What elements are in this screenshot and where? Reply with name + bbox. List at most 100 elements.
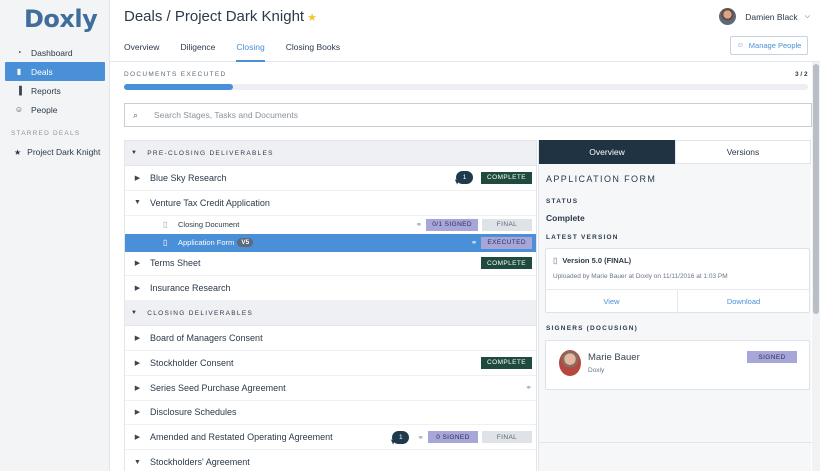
- row-status: 1 COMPLETE: [456, 166, 532, 190]
- link-icon[interactable]: ⚭: [471, 238, 478, 247]
- task-row[interactable]: ▶ Stockholder Consent COMPLETE: [125, 351, 536, 376]
- sidebar-item-people[interactable]: ☺ People: [5, 100, 105, 119]
- task-row[interactable]: ▼ Venture Tax Credit Application: [125, 191, 536, 216]
- manage-people-label: Manage People: [748, 41, 802, 50]
- scrollbar[interactable]: [812, 62, 820, 471]
- document-row[interactable]: ▯ Closing Document ⚭ 0/1 SIGNED FINAL: [125, 216, 536, 234]
- caret-right-icon[interactable]: ▶: [125, 284, 150, 292]
- version-meta: Uploaded by Marie Bauer at Doxly on 11/1…: [553, 273, 728, 280]
- caret-right-icon[interactable]: ▶: [125, 408, 150, 416]
- document-icon: ▯: [163, 220, 168, 230]
- star-icon: ★: [14, 147, 22, 157]
- sidebar-item-dashboard[interactable]: ◔ Dashboard: [5, 43, 105, 62]
- sidebar-item-label: Dashboard: [31, 47, 73, 58]
- sidebar-item-label: Reports: [31, 85, 61, 96]
- caret-right-icon[interactable]: ▶: [125, 384, 150, 392]
- row-status: COMPLETE: [477, 351, 532, 375]
- tab-versions[interactable]: Versions: [675, 140, 811, 164]
- row-status: ⚭ EXECUTED: [467, 234, 532, 252]
- scrollbar-thumb[interactable]: [813, 64, 819, 314]
- closing-checklist: ▼ PRE-CLOSING DELIVERABLES ▶ Blue Sky Resea…: [124, 140, 537, 471]
- task-row[interactable]: ▶ Board of Managers Consent: [125, 326, 536, 351]
- document-icon: ▮: [16, 67, 22, 76]
- search-input[interactable]: [154, 110, 754, 120]
- tab-overview[interactable]: Overview: [124, 42, 159, 62]
- task-name: Amended and Restated Operating Agreement: [150, 432, 333, 443]
- caret-right-icon[interactable]: ▶: [125, 174, 150, 182]
- comment-count-badge[interactable]: 1: [392, 430, 410, 444]
- doxly-logo[interactable]: Doxly: [24, 5, 98, 33]
- document-row[interactable]: ▯ Application Form V5 ⚭ EXECUTED: [125, 233, 536, 252]
- documents-executed-label: DOCUMENTS EXECUTED: [124, 71, 227, 78]
- status-badge: 0 SIGNED: [428, 431, 478, 444]
- task-row[interactable]: ▶ Disclosure Schedules: [125, 401, 536, 426]
- task-row[interactable]: ▼ Stockholders' Agreement: [125, 450, 536, 471]
- task-name: Stockholder Consent: [150, 357, 234, 368]
- people-icon: ☺: [14, 105, 24, 114]
- manage-people-button[interactable]: ☺ Manage People: [730, 36, 808, 55]
- view-button[interactable]: View: [546, 290, 677, 313]
- tab-diligence[interactable]: Diligence: [180, 42, 215, 62]
- comment-count-badge[interactable]: 1: [456, 171, 474, 185]
- caret-right-icon[interactable]: ▶: [125, 359, 150, 367]
- status-badge: COMPLETE: [481, 171, 532, 184]
- task-row[interactable]: ▶ Insurance Research: [125, 276, 536, 302]
- section-header[interactable]: ▼ PRE-CLOSING DELIVERABLES: [125, 141, 536, 166]
- task-row[interactable]: ▶ Blue Sky Research 1 COMPLETE: [125, 166, 536, 191]
- caret-down-icon[interactable]: ▼: [125, 199, 150, 206]
- signers-label: SIGNERS (DOCUSIGN): [546, 325, 639, 332]
- caret-right-icon[interactable]: ▶: [125, 334, 150, 342]
- sidebar-item-reports[interactable]: ▐ Reports: [5, 81, 105, 100]
- page-title: Deals / Project Dark Knight ★: [124, 8, 317, 25]
- link-icon[interactable]: ⚭: [417, 433, 424, 442]
- row-status: COMPLETE: [477, 252, 532, 276]
- sidebar-item-deals[interactable]: ▮ Deals: [5, 62, 105, 81]
- document-name: Closing Document: [178, 220, 240, 230]
- caret-right-icon[interactable]: ▶: [125, 259, 150, 267]
- avatar: [719, 8, 737, 25]
- task-row[interactable]: ▶ Amended and Restated Operating Agreemen…: [125, 425, 536, 451]
- version-card: ▯ Version 5.0 (FINAL) Uploaded by Marie …: [545, 248, 810, 313]
- detail-panel: Overview Versions APPLICATION FORM STATU…: [538, 140, 812, 471]
- tab-closing[interactable]: Closing: [236, 42, 265, 62]
- favorite-star-icon[interactable]: ★: [307, 12, 317, 24]
- progress-bar-fill: [124, 84, 234, 90]
- status-badge: COMPLETE: [481, 356, 532, 369]
- version-badge: V5: [237, 238, 254, 248]
- download-button[interactable]: Download: [677, 290, 809, 313]
- signer-company: Doxly: [588, 367, 605, 374]
- panel-tabs: Overview Versions: [539, 140, 811, 164]
- deal-tabs: Overview Diligence Closing Closing Books: [124, 42, 361, 62]
- link-icon[interactable]: ⚭: [416, 220, 423, 229]
- latest-version-label: LATEST VERSION: [546, 234, 619, 241]
- status-badge: COMPLETE: [481, 257, 532, 270]
- dashboard-icon: ◔: [16, 48, 22, 57]
- starred-deals-heading: STARRED DEALS: [11, 130, 81, 137]
- starred-item-project-dark-knight[interactable]: ★ Project Dark Knight: [14, 147, 100, 157]
- caret-right-icon[interactable]: ▶: [125, 433, 150, 441]
- version-name: ▯ Version 5.0 (FINAL): [553, 256, 631, 265]
- task-name: Board of Managers Consent: [150, 333, 263, 344]
- status-badge: 0/1 SIGNED: [426, 218, 478, 231]
- task-name: Venture Tax Credit Application: [150, 197, 270, 208]
- task-name: Series Seed Purchase Agreement: [150, 382, 286, 393]
- section-header[interactable]: ▼ CLOSING DELIVERABLES: [125, 301, 536, 327]
- panel-title: APPLICATION FORM: [546, 174, 657, 184]
- status-value: Complete: [546, 213, 585, 223]
- tab-overview[interactable]: Overview: [539, 140, 675, 164]
- task-row[interactable]: ▶ Series Seed Purchase Agreement ⚭: [125, 376, 536, 401]
- task-name: Disclosure Schedules: [150, 407, 237, 418]
- sidebar-nav: ◔ Dashboard ▮ Deals ▐ Reports ☺ People: [0, 43, 110, 119]
- sidebar-item-label: Deals: [31, 66, 53, 77]
- user-name: Damien Black: [745, 11, 798, 22]
- user-menu[interactable]: Damien Black ⌵: [719, 8, 810, 25]
- task-name: Stockholders' Agreement: [150, 457, 250, 468]
- caret-down-icon[interactable]: ▼: [125, 459, 150, 466]
- row-status: 1 ⚭ 0 SIGNED FINAL: [392, 425, 532, 449]
- document-icon: ▯: [553, 256, 558, 265]
- task-row[interactable]: ▶ Terms Sheet COMPLETE: [125, 252, 536, 277]
- tab-closing-books[interactable]: Closing Books: [286, 42, 340, 62]
- task-name: Insurance Research: [150, 283, 231, 294]
- link-icon[interactable]: ⚭: [525, 383, 532, 392]
- section-title: CLOSING DELIVERABLES: [147, 309, 254, 317]
